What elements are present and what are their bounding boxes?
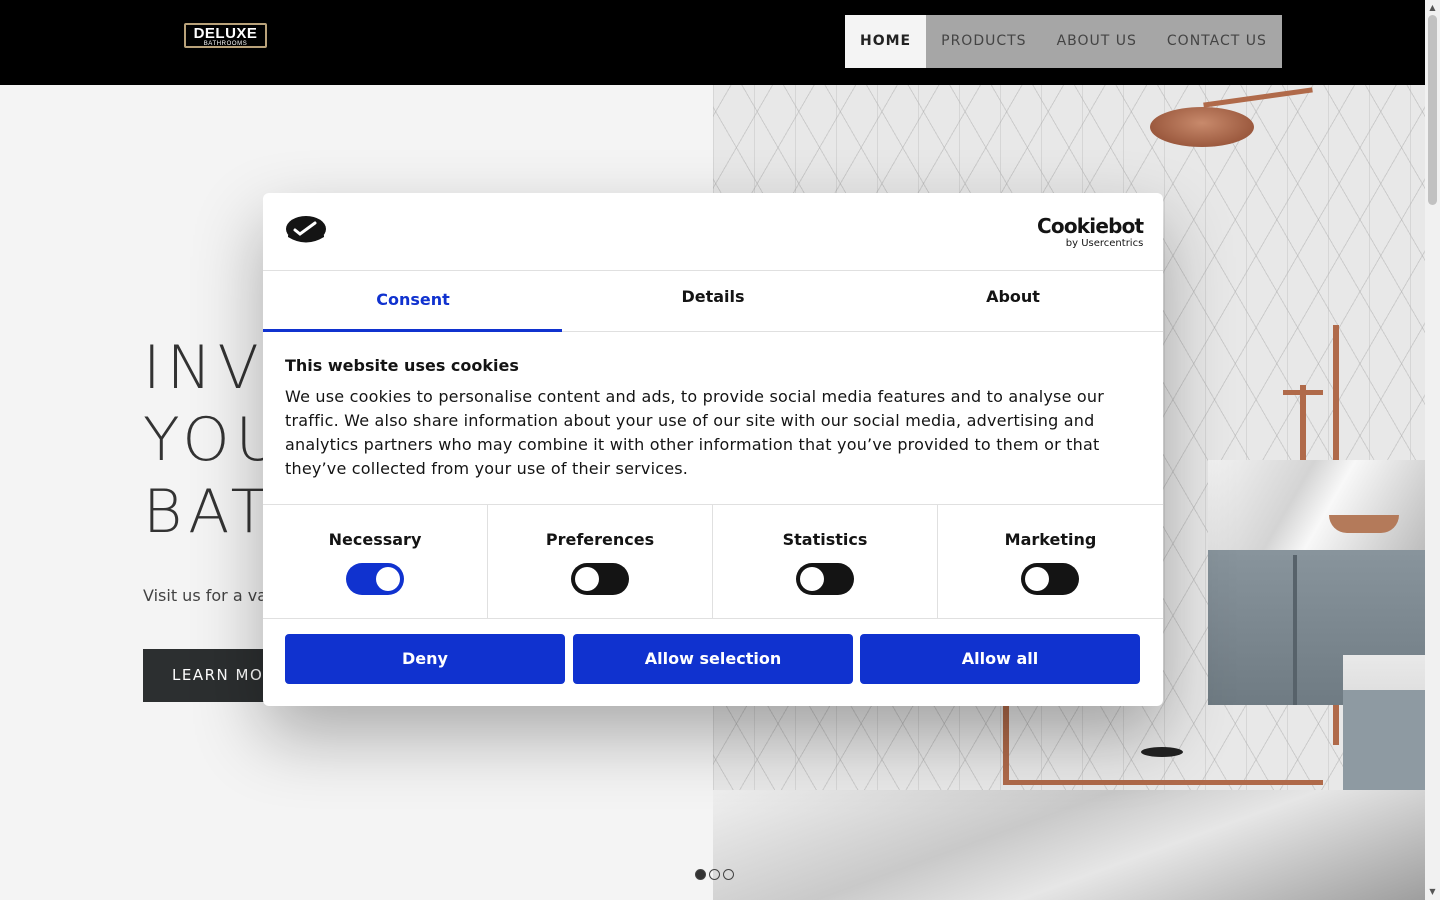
category-marketing: Marketing xyxy=(938,505,1163,618)
tab-about[interactable]: About xyxy=(863,271,1163,331)
lower-cabinet xyxy=(1343,690,1425,790)
slider-dot[interactable] xyxy=(695,869,706,880)
site-header: DELUXE BATHROOMS HOME PRODUCTS ABOUT US … xyxy=(0,0,1425,85)
page-scrollbar[interactable]: ▲ ▼ xyxy=(1425,0,1440,900)
nav-contact-us[interactable]: CONTACT US xyxy=(1152,15,1282,68)
category-label: Necessary xyxy=(328,530,422,549)
consent-categories: Necessary Preferences Statistics Marketi… xyxy=(263,504,1163,619)
tab-details[interactable]: Details xyxy=(563,271,863,331)
shower-head xyxy=(1150,107,1254,147)
toggle-knob xyxy=(376,567,400,591)
toggle-knob xyxy=(800,567,824,591)
brand-sub: by Usercentrics xyxy=(1065,238,1144,249)
category-label: Preferences xyxy=(545,530,655,549)
logo-main-text: DELUXE xyxy=(193,25,258,42)
scroll-down-icon[interactable]: ▼ xyxy=(1425,886,1440,898)
slider-dots xyxy=(695,869,734,880)
scroll-thumb[interactable] xyxy=(1428,15,1437,205)
toggle-knob xyxy=(575,567,599,591)
vanity-divider xyxy=(1293,555,1297,705)
necessary-toggle[interactable] xyxy=(346,563,404,595)
cookiebot-logo-icon xyxy=(286,216,326,243)
site-logo[interactable]: DELUXE BATHROOMS xyxy=(184,23,267,48)
consent-title: This website uses cookies xyxy=(285,356,519,375)
category-label: Statistics xyxy=(782,530,868,549)
hero-subtitle: Visit us for a vari xyxy=(143,586,279,605)
marble-floor xyxy=(713,790,1425,900)
consent-buttons: Deny Allow selection Allow all xyxy=(285,634,1141,684)
consent-tabs: Consent Details About xyxy=(263,271,1163,332)
tab-consent[interactable]: Consent xyxy=(263,271,563,332)
category-statistics: Statistics xyxy=(713,505,938,618)
copper-bowl xyxy=(1329,515,1399,533)
statistics-toggle[interactable] xyxy=(796,563,854,595)
marble-countertop xyxy=(1208,460,1425,550)
cookie-consent-dialog: Cookiebot by Usercentrics Consent Detail… xyxy=(263,193,1163,706)
marketing-toggle[interactable] xyxy=(1021,563,1079,595)
allow-all-button[interactable]: Allow all xyxy=(860,634,1140,684)
floor-drain xyxy=(1141,747,1183,757)
slider-dot[interactable] xyxy=(709,869,720,880)
allow-selection-button[interactable]: Allow selection xyxy=(573,634,853,684)
category-necessary: Necessary xyxy=(263,505,488,618)
shower-frame-bottom xyxy=(1003,780,1323,785)
nav-products[interactable]: PRODUCTS xyxy=(926,15,1041,68)
nav-home[interactable]: HOME xyxy=(845,15,927,68)
scroll-up-icon[interactable]: ▲ xyxy=(1425,2,1440,14)
nav-about-us[interactable]: ABOUT US xyxy=(1042,15,1152,68)
toggle-knob xyxy=(1025,567,1049,591)
preferences-toggle[interactable] xyxy=(571,563,629,595)
cookiebot-brand[interactable]: Cookiebot by Usercentrics xyxy=(1037,214,1144,250)
category-label: Marketing xyxy=(1004,530,1097,549)
main-nav: HOME PRODUCTS ABOUT US CONTACT US xyxy=(845,15,1282,68)
dialog-header: Cookiebot by Usercentrics xyxy=(263,193,1163,271)
category-preferences: Preferences xyxy=(488,505,713,618)
consent-body-text: We use cookies to personalise content an… xyxy=(285,387,1105,478)
brand-name: Cookiebot xyxy=(1037,214,1144,238)
deny-button[interactable]: Deny xyxy=(285,634,565,684)
slider-dot[interactable] xyxy=(723,869,734,880)
